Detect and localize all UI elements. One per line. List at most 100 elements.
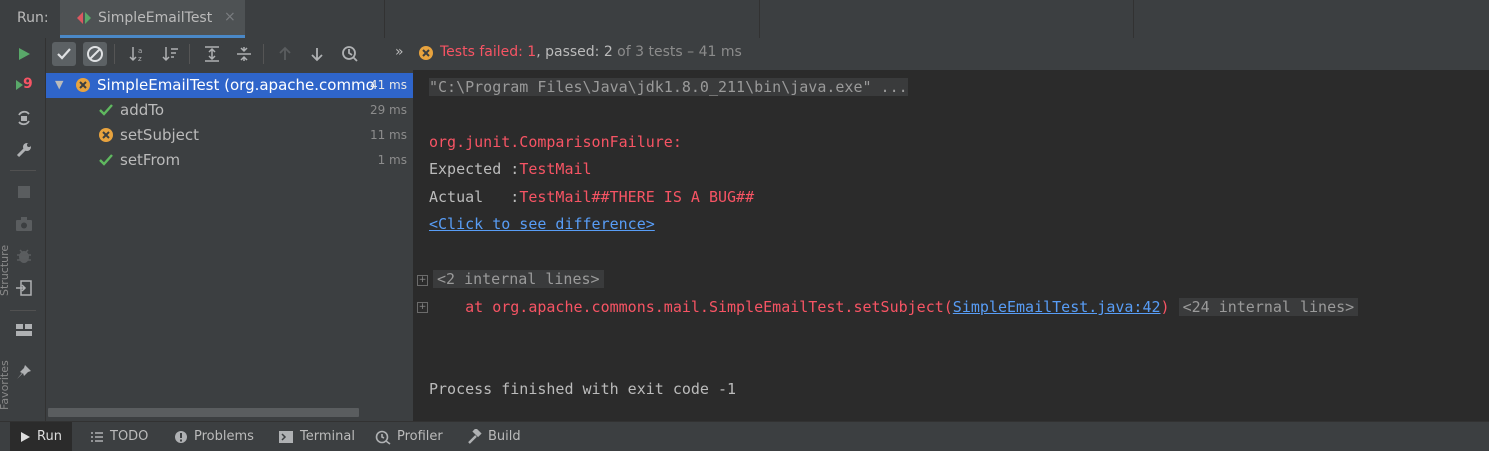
toggle-auto-test-button[interactable] [14,108,34,128]
command-line[interactable]: "C:\Program Files\Java\jdk1.8.0_211\bin\… [429,78,908,96]
diff-link[interactable]: <Click to see difference> [429,215,655,233]
junit-config-icon [77,12,91,24]
rerun-button[interactable] [14,44,34,64]
tab-terminal[interactable]: Terminal [278,422,355,451]
sort-duration-icon [162,47,178,62]
show-ignored-button[interactable] [83,42,107,66]
divider [189,44,190,64]
close-icon[interactable]: × [224,9,236,25]
expand-all-icon [205,46,219,62]
tab-title: SimpleEmailTest [98,10,213,26]
tab-profiler[interactable]: Profiler [375,422,443,451]
ignore-icon [87,46,103,62]
tab-simpleemailtest[interactable]: SimpleEmailTest × [60,0,245,38]
sort-alphabetically-button[interactable]: az [126,42,150,66]
collapse-all-icon [237,47,251,61]
test-tree: ▼ SimpleEmailTest (org.apache.commo 41 m… [46,70,414,421]
stack-text: at org.apache.commons.mail.SimpleEmailTe… [429,298,953,316]
internal-lines-fold[interactable]: <2 internal lines> [433,270,604,288]
test-passed-icon [99,154,113,166]
sort-by-duration-button[interactable] [159,42,183,66]
svg-text:z: z [138,55,142,63]
stack-source-link[interactable]: SimpleEmailTest.java:42 [953,298,1161,316]
svg-text:a: a [138,47,142,55]
expected-label: Expected : [429,160,520,178]
test-history-button[interactable] [338,42,362,66]
tree-row-label: addTo [120,101,165,119]
test-failed-icon [419,46,433,60]
tree-row[interactable]: setSubject 11 ms [46,123,413,148]
stack-trace-line: at org.apache.commons.mail.SimpleEmailTe… [429,298,1359,316]
chevron-down-icon[interactable]: ▼ [55,78,63,91]
debug-button[interactable] [14,246,34,266]
divider [10,170,36,171]
actual-line: Actual :TestMail##THERE IS A BUG## [429,188,754,206]
run-tool-window-header: Run: SimpleEmailTest × [0,0,1489,39]
actual-value: TestMail##THERE IS A BUG## [519,188,755,206]
expand-icon[interactable]: + [417,302,428,313]
previous-failed-button[interactable] [273,42,297,66]
structure-tool-label[interactable]: Structure [0,245,11,296]
divider [384,0,385,38]
camera-icon [16,217,32,231]
favorites-tool-label[interactable]: Favorites [0,360,11,410]
tab-problems[interactable]: Problems [174,422,254,451]
expand-icon[interactable]: + [417,275,428,286]
console-output[interactable]: "C:\Program Files\Java\jdk1.8.0_211\bin\… [413,70,1489,421]
internal-lines-fold[interactable]: <24 internal lines> [1178,298,1359,316]
divider [10,310,36,311]
collapse-all-button[interactable] [232,42,256,66]
tree-row-duration: 1 ms [377,153,407,167]
tab-problems-label: Problems [194,429,254,444]
stop-icon [18,186,30,198]
wrench-icon [16,143,31,158]
tree-row-root[interactable]: ▼ SimpleEmailTest (org.apache.commo 41 m… [46,73,413,98]
actual-label: Actual : [429,188,520,206]
failed-count: 1 [527,44,537,60]
failed-label: Tests failed: [440,44,528,60]
test-tree-toolbar: az [46,38,413,70]
settings-button[interactable] [14,140,34,160]
tab-run[interactable]: Run [10,422,72,451]
arrow-up-icon [279,46,291,60]
expected-value: TestMail [519,160,592,178]
tree-row-label: SimpleEmailTest (org.apache.commo [97,76,375,94]
arrow-down-icon [311,48,323,62]
layout-icon [16,324,32,336]
play-icon [21,431,30,442]
chevron-right-icon[interactable]: » [395,44,404,60]
tool-window-bar: Run TODO Problems Terminal Profiler Buil… [0,421,1489,451]
tab-build-label: Build [488,429,521,444]
play-icon [19,48,30,60]
tree-row[interactable]: addTo 29 ms [46,98,413,123]
sort-alpha-icon: az [129,47,142,63]
tree-row[interactable]: setFrom 1 ms [46,148,413,173]
tab-todo[interactable]: TODO [90,422,148,451]
left-action-bar: 9 Structure Favorites [0,38,46,421]
check-icon [57,48,71,60]
list-icon [91,431,103,442]
run-label: Run: [17,10,49,26]
exception-line: org.junit.ComparisonFailure: [429,133,682,151]
exit-button[interactable] [14,278,34,298]
expand-all-button[interactable] [200,42,224,66]
stop-button[interactable] [14,182,34,202]
layout-button[interactable] [14,320,34,340]
next-failed-button[interactable] [305,42,329,66]
tab-todo-label: TODO [110,429,149,444]
history-icon [342,46,358,62]
divider [263,44,264,64]
pin-button[interactable] [14,362,34,382]
tab-run-label: Run [37,429,62,444]
horizontal-scrollbar[interactable] [48,408,359,417]
auto-test-icon [18,110,30,126]
tab-build[interactable]: Build [466,422,521,451]
stack-close-paren: ) [1160,298,1170,316]
total-label: of 3 tests – 41 ms [612,44,742,60]
snapshot-button[interactable] [14,214,34,234]
profiler-icon [375,430,391,445]
exit-message: Process finished with exit code -1 [429,380,737,398]
rerun-failed-button[interactable]: 9 [14,76,34,96]
tree-row-duration: 29 ms [369,103,407,117]
show-passed-button[interactable] [52,42,76,66]
